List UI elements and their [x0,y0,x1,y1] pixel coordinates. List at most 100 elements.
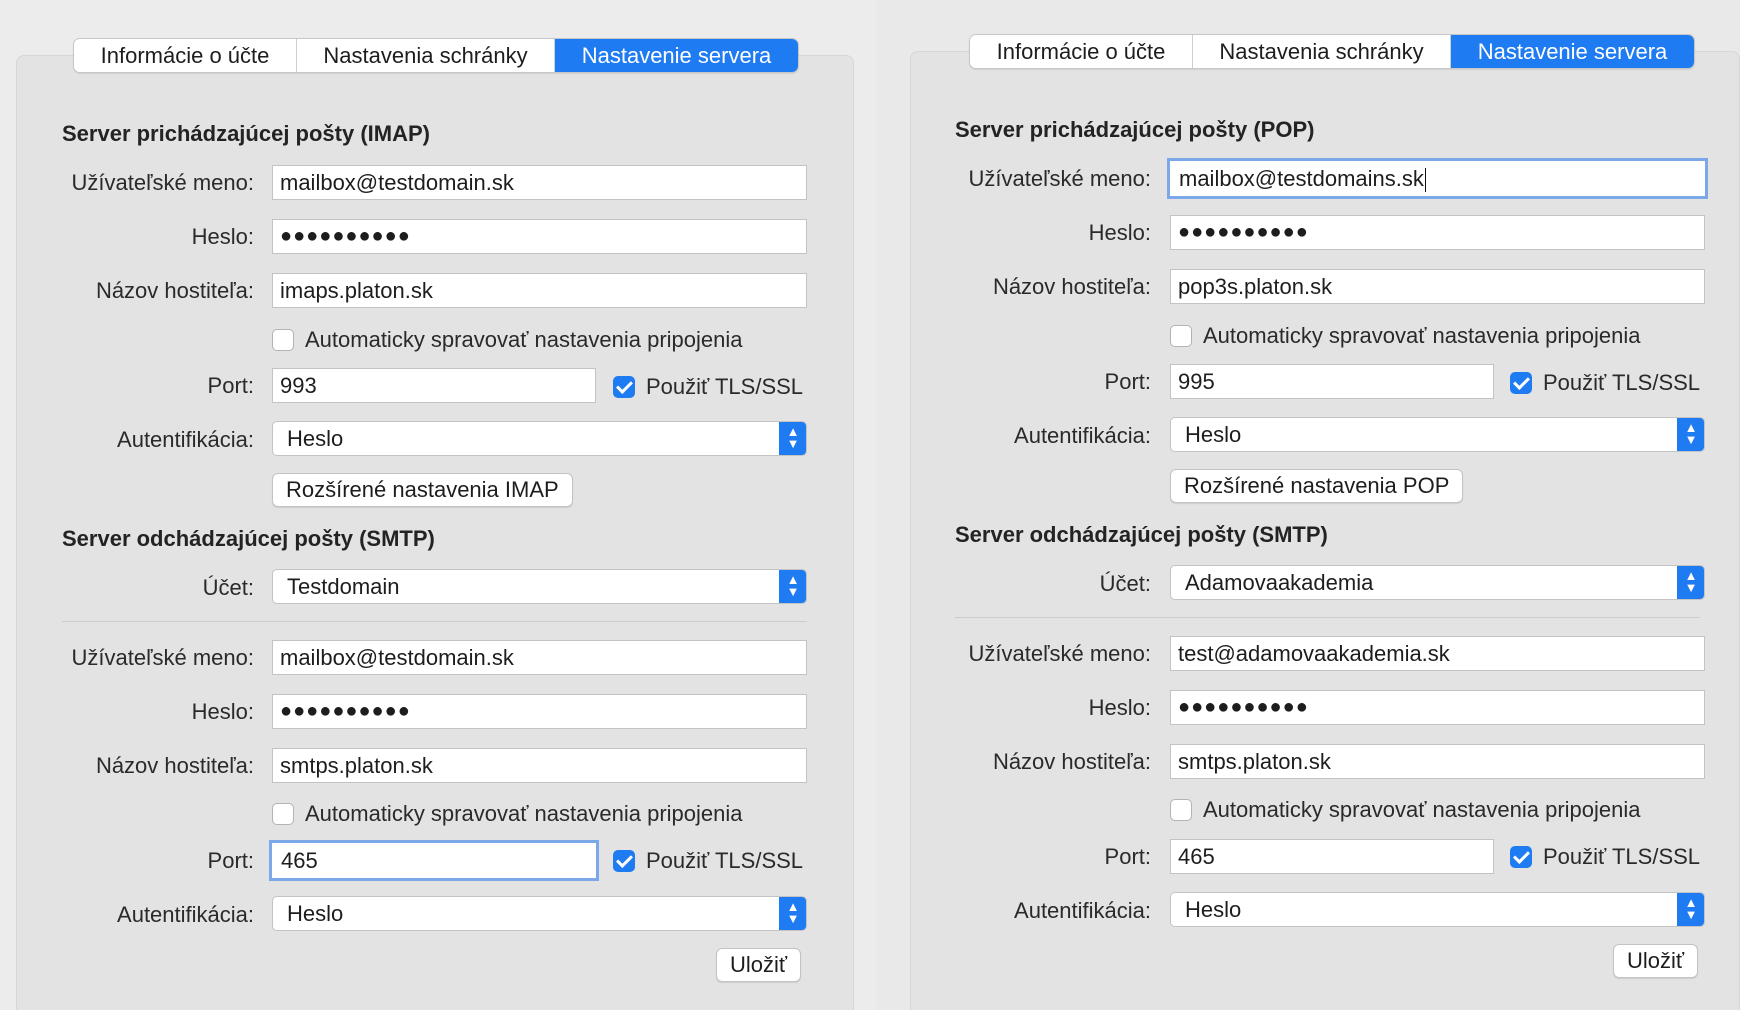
outgoing-auto-manage-checkbox[interactable] [272,803,294,825]
incoming-auto-manage-label: Automaticky spravovať nastavenia pripoje… [1203,323,1641,348]
incoming-tls-label: Použiť TLS/SSL [1543,370,1701,395]
save-button[interactable]: Uložiť [1613,944,1699,978]
incoming-auth-select[interactable]: Heslo ▲ ▼ [272,421,807,456]
hostname-label: Názov hostiteľa: [95,278,254,303]
tab-mailbox-settings[interactable]: Nastavenia schránky [1193,35,1451,68]
outgoing-tls-checkbox[interactable] [613,850,635,872]
text-caret [1424,168,1426,193]
tab-account-info[interactable]: Informácie o účte [970,35,1193,68]
outgoing-tls-row: Použiť TLS/SSL [613,848,803,874]
outgoing-auth-value: Heslo [1185,897,1242,922]
outgoing-auth-select[interactable]: Heslo ▲ ▼ [1170,892,1705,927]
password-label: Heslo: [191,699,254,724]
incoming-server-title: Server prichádzajúcej pošty (POP) [955,117,1315,142]
username-label: Užívateľské meno: [71,170,255,195]
hostname-label: Názov hostiteľa: [992,749,1151,774]
chevron-updown-icon: ▲ ▼ [779,570,806,603]
password-label: Heslo: [1088,220,1151,245]
port-label: Port: [207,848,254,873]
outgoing-auto-manage-label: Automaticky spravovať nastavenia pripoje… [305,801,743,826]
outgoing-account-value: Adamovaakademia [1185,570,1374,595]
chevron-updown-icon: ▲ ▼ [1677,566,1704,599]
outgoing-account-select[interactable]: Testdomain ▲ ▼ [272,569,807,604]
tab-bar: Informácie o účte Nastavenia schránky Na… [73,38,799,73]
left-settings-pane: Informácie o účte Nastavenia schránky Na… [0,0,876,1010]
outgoing-port-field[interactable]: 465 [272,843,596,878]
outgoing-password-field[interactable]: ●●●●●●●●●● [1170,690,1705,725]
outgoing-auto-manage-row: Automaticky spravovať nastavenia pripoje… [272,801,743,827]
right-settings-pane: Informácie o účte Nastavenia schránky Na… [876,0,1740,1010]
chevron-updown-icon: ▲ ▼ [1677,418,1704,451]
auth-label: Autentifikácia: [117,427,254,452]
auth-label: Autentifikácia: [1014,423,1151,448]
outgoing-auth-select[interactable]: Heslo ▲ ▼ [272,896,807,931]
auth-label: Autentifikácia: [117,902,254,927]
incoming-auto-manage-checkbox[interactable] [272,329,294,351]
incoming-tls-row: Použiť TLS/SSL [1510,370,1700,396]
account-label: Účet: [202,575,254,600]
incoming-username-field[interactable]: mailbox@testdomains.sk [1170,161,1705,196]
password-label: Heslo: [191,224,254,249]
incoming-port-field[interactable]: 995 [1170,364,1494,399]
section-divider [955,617,1700,618]
tab-server-settings[interactable]: Nastavenie servera [555,39,798,72]
save-button[interactable]: Uložiť [716,948,802,982]
incoming-auth-value: Heslo [287,426,344,451]
tab-bar: Informácie o účte Nastavenia schránky Na… [969,34,1695,69]
chevron-updown-icon: ▲ ▼ [1677,893,1704,926]
outgoing-tls-checkbox[interactable] [1510,846,1532,868]
outgoing-hostname-field[interactable]: smtps.platon.sk [272,748,807,783]
outgoing-server-title: Server odchádzajúcej pošty (SMTP) [62,526,435,551]
password-label: Heslo: [1088,695,1151,720]
username-label: Užívateľské meno: [968,641,1152,666]
outgoing-auto-manage-checkbox[interactable] [1170,799,1192,821]
outgoing-password-field[interactable]: ●●●●●●●●●● [272,694,807,729]
incoming-auth-select[interactable]: Heslo ▲ ▼ [1170,417,1705,452]
username-label: Užívateľské meno: [71,645,255,670]
incoming-password-field[interactable]: ●●●●●●●●●● [272,219,807,254]
incoming-password-field[interactable]: ●●●●●●●●●● [1170,215,1705,250]
outgoing-auto-manage-row: Automaticky spravovať nastavenia pripoje… [1170,797,1641,823]
account-label: Účet: [1099,571,1151,596]
incoming-tls-row: Použiť TLS/SSL [613,374,803,400]
outgoing-tls-label: Použiť TLS/SSL [646,848,804,873]
incoming-auto-manage-label: Automaticky spravovať nastavenia pripoje… [305,327,743,352]
incoming-tls-checkbox[interactable] [613,376,635,398]
outgoing-username-field[interactable]: test@adamovaakademia.sk [1170,636,1705,671]
outgoing-username-field[interactable]: mailbox@testdomain.sk [272,640,807,675]
outgoing-tls-label: Použiť TLS/SSL [1543,844,1701,869]
tab-account-info[interactable]: Informácie o účte [74,39,297,72]
username-label: Užívateľské meno: [968,166,1152,191]
incoming-hostname-field[interactable]: pop3s.platon.sk [1170,269,1705,304]
tab-server-settings[interactable]: Nastavenie servera [1451,35,1694,68]
section-divider [62,621,807,622]
outgoing-account-select[interactable]: Adamovaakademia ▲ ▼ [1170,565,1705,600]
incoming-port-field[interactable]: 993 [272,368,596,403]
incoming-auth-value: Heslo [1185,422,1242,447]
outgoing-auto-manage-label: Automaticky spravovať nastavenia pripoje… [1203,797,1641,822]
advanced-pop-button[interactable]: Rozšírené nastavenia POP [1170,469,1464,503]
incoming-server-title: Server prichádzajúcej pošty (IMAP) [62,121,430,146]
outgoing-port-field[interactable]: 465 [1170,839,1494,874]
port-label: Port: [1104,369,1151,394]
hostname-label: Názov hostiteľa: [992,274,1151,299]
advanced-imap-button[interactable]: Rozšírené nastavenia IMAP [272,473,573,507]
auth-label: Autentifikácia: [1014,898,1151,923]
outgoing-auth-value: Heslo [287,901,344,926]
incoming-hostname-field[interactable]: imaps.platon.sk [272,273,807,308]
tab-mailbox-settings[interactable]: Nastavenia schránky [297,39,555,72]
chevron-updown-icon: ▲ ▼ [779,422,806,455]
incoming-username-value: mailbox@testdomains.sk [1179,166,1424,191]
incoming-auto-manage-checkbox[interactable] [1170,325,1192,347]
incoming-tls-label: Použiť TLS/SSL [646,374,804,399]
outgoing-server-title: Server odchádzajúcej pošty (SMTP) [955,522,1328,547]
outgoing-hostname-field[interactable]: smtps.platon.sk [1170,744,1705,779]
port-label: Port: [207,373,254,398]
incoming-auto-manage-row: Automaticky spravovať nastavenia pripoje… [1170,323,1641,349]
outgoing-account-value: Testdomain [287,574,400,599]
chevron-updown-icon: ▲ ▼ [779,897,806,930]
incoming-username-field[interactable]: mailbox@testdomain.sk [272,165,807,200]
port-label: Port: [1104,844,1151,869]
incoming-tls-checkbox[interactable] [1510,372,1532,394]
hostname-label: Názov hostiteľa: [95,753,254,778]
